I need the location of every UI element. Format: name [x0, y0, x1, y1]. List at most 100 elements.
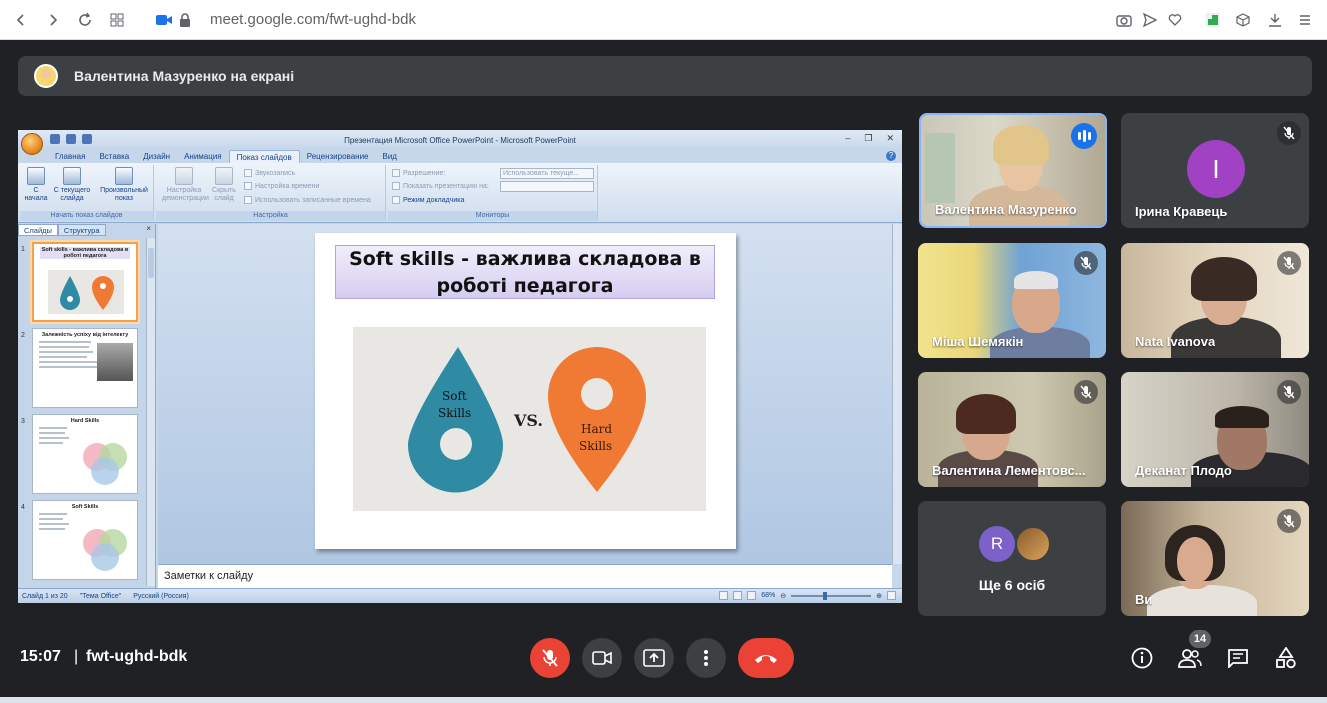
redo-icon[interactable] — [82, 134, 92, 144]
slideshow-view-icon[interactable] — [747, 591, 757, 600]
tab-slideshow[interactable]: Показ слайдов — [228, 150, 300, 163]
os-taskbar — [0, 697, 1327, 703]
presenter-banner: Валентина Мазуренко на екрані — [18, 56, 1312, 96]
sorter-view-icon[interactable] — [733, 591, 743, 600]
people-button[interactable] — [1177, 645, 1203, 671]
participant-tile-iryna-kravets[interactable]: І Ірина Кравець — [1121, 113, 1309, 228]
participant-avatar: І — [1187, 140, 1245, 198]
fit-window-icon[interactable] — [887, 591, 896, 600]
close-pane-icon[interactable]: × — [146, 224, 151, 233]
from-current-button[interactable]: С текущего слайда — [52, 167, 92, 203]
language-indicator: Русский (Россия) — [133, 592, 189, 600]
participant-name: Ви — [1135, 592, 1153, 607]
rehearse-timings-item[interactable]: Настройка времени — [244, 182, 319, 190]
resolution-select[interactable]: Использовать текуще... — [500, 168, 594, 179]
participant-tile-valentyna-lementovska[interactable]: Валентина Лементовс... — [918, 372, 1106, 487]
tabs-grid-icon[interactable] — [108, 11, 126, 29]
screenshot-icon[interactable] — [1115, 11, 1133, 29]
slide-title[interactable]: Soft skills - важлива складова в роботі … — [335, 245, 715, 299]
status-bar: Слайд 1 из 20 "Тема Office" Русский (Рос… — [18, 588, 902, 603]
heart-icon[interactable] — [1166, 11, 1184, 29]
tab-review[interactable]: Рецензирование — [300, 150, 376, 163]
ribbon-group-label: Мониторы — [388, 211, 597, 221]
lock-icon[interactable] — [176, 11, 194, 29]
present-screen-button[interactable] — [634, 638, 674, 678]
maximize-icon[interactable]: ❐ — [864, 133, 872, 144]
ribbon-group-label: Настройка — [156, 211, 385, 221]
powerpoint-titlebar: Презентация Microsoft Office PowerPoint … — [18, 130, 902, 150]
more-participants-tile[interactable]: R Ще 6 осіб — [918, 501, 1106, 616]
setup-icon — [175, 167, 193, 185]
slide-thumbnail-4[interactable]: Soft Skills — [32, 500, 138, 580]
cube-icon[interactable] — [1234, 11, 1252, 29]
undo-icon[interactable] — [66, 134, 76, 144]
shared-screen: Презентация Microsoft Office PowerPoint … — [18, 130, 902, 603]
back-icon[interactable] — [12, 11, 30, 29]
hard-label-1: Hard — [581, 422, 613, 436]
menu-icon[interactable] — [1296, 11, 1314, 29]
soft-vs-hard-skills-image[interactable]: Soft Skills VS. Hard Skills — [353, 327, 706, 511]
tab-view[interactable]: Вид — [376, 150, 404, 163]
participant-avatar-r: R — [979, 526, 1015, 562]
current-slide[interactable]: Soft skills - важлива складова в роботі … — [315, 233, 736, 549]
reload-icon[interactable] — [76, 11, 94, 29]
tab-outline[interactable]: Структура — [57, 224, 106, 236]
minimize-icon[interactable]: – — [845, 133, 850, 144]
setup-show-button[interactable]: Настройка демонстрации — [162, 167, 209, 203]
toggle-camera-button[interactable] — [582, 638, 622, 678]
toggle-mic-button[interactable] — [530, 638, 570, 678]
custom-show-button[interactable]: Произвольный показ — [96, 167, 152, 203]
zoom-slider[interactable] — [791, 591, 872, 600]
meeting-details-button[interactable] — [1129, 645, 1155, 671]
participant-tile-nata-ivanova[interactable]: Nata Ivanova — [1121, 243, 1309, 358]
tab-design[interactable]: Дизайн — [136, 150, 177, 163]
hide-slide-button[interactable]: Скрыть слайд — [210, 167, 238, 203]
chat-button[interactable] — [1225, 645, 1251, 671]
download-icon[interactable] — [1266, 11, 1284, 29]
pin-hole-circle — [581, 378, 613, 410]
thumbnail-number: 2 — [21, 332, 25, 339]
forward-icon[interactable] — [44, 11, 62, 29]
more-options-button[interactable] — [686, 638, 726, 678]
ribbon: С начала С текущего слайда Произвольный … — [18, 163, 902, 223]
address-bar-url[interactable]: meet.google.com/fwt-ughd-bdk — [210, 11, 416, 28]
help-icon[interactable]: ? — [886, 151, 896, 161]
pane-scrollbar[interactable] — [146, 238, 155, 586]
use-timings-checkbox[interactable]: Использовать записанные времена — [244, 196, 371, 204]
participant-tile-dekanat-plodo[interactable]: Деканат Плодо — [1121, 372, 1309, 487]
mic-off-icon — [1074, 380, 1098, 404]
tab-animation[interactable]: Анимация — [177, 150, 229, 163]
slide-thumbnail-1[interactable]: Soft skills - важлива складова в роботі … — [32, 242, 138, 322]
hide-slide-icon — [215, 167, 233, 185]
from-start-button[interactable]: С начала — [22, 167, 50, 203]
participant-name: Валентина Мазуренко — [935, 202, 1077, 217]
activities-button[interactable] — [1273, 645, 1299, 671]
participant-tile-valentyna-mazurenko[interactable]: Валентина Мазуренко — [919, 113, 1107, 228]
mic-off-icon — [542, 649, 558, 667]
thumbnail-title: Soft skills - важлива складова в роботі … — [40, 247, 130, 259]
view-controls: 68% ⊖ ⊕ — [719, 591, 896, 600]
slide-scrollbar[interactable] — [892, 224, 902, 564]
show-on-select[interactable] — [500, 181, 594, 192]
participant-tile-self[interactable]: Ви — [1121, 501, 1309, 616]
record-narration-item[interactable]: Звукозапись — [244, 169, 295, 177]
tab-home[interactable]: Главная — [48, 150, 92, 163]
camera-site-icon[interactable] — [155, 11, 173, 29]
participant-tile-misha-shemiakin[interactable]: Міша Шемякін — [918, 243, 1106, 358]
tab-insert[interactable]: Вставка — [92, 150, 136, 163]
send-icon[interactable] — [1141, 11, 1159, 29]
save-icon[interactable] — [50, 134, 60, 144]
extension-icon[interactable] — [1204, 11, 1222, 29]
shapes-icon — [1276, 647, 1296, 669]
close-icon[interactable]: ✕ — [886, 133, 894, 144]
slide-thumbnail-2[interactable]: Залежність успіху від інтелекту — [32, 328, 138, 408]
tab-slides[interactable]: Слайды — [18, 224, 58, 236]
normal-view-icon[interactable] — [719, 591, 729, 600]
slide-thumbnail-3[interactable]: Hard Skills — [32, 414, 138, 494]
notes-area[interactable]: Заметки к слайду — [158, 564, 892, 588]
presenter-view-checkbox[interactable]: Режим докладчика — [392, 196, 464, 204]
zoom-in-icon[interactable]: ⊕ — [876, 592, 882, 600]
leave-call-button[interactable] — [738, 638, 794, 678]
thumbnail-drops-image — [48, 270, 124, 314]
zoom-out-icon[interactable]: ⊖ — [780, 592, 786, 600]
